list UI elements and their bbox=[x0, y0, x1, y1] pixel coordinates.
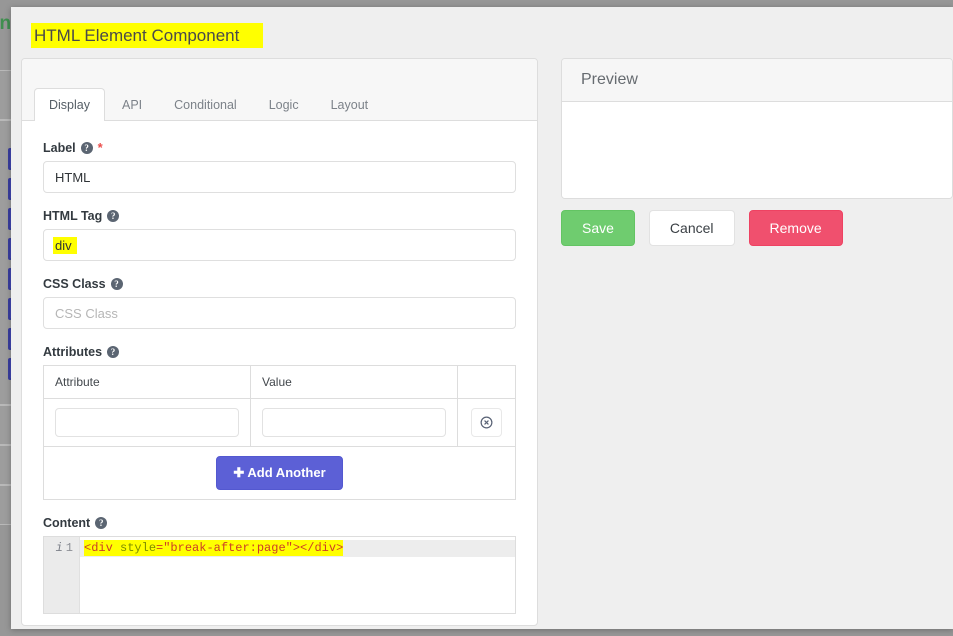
code-token-close: ></div> bbox=[292, 541, 344, 556]
content-code-editor[interactable]: i1 <div style="break-after:page"></div> bbox=[43, 536, 516, 615]
tab-conditional[interactable]: Conditional bbox=[159, 88, 252, 121]
field-attributes-group: Attributes ? Attribute Value ✚ Add Anoth… bbox=[43, 345, 516, 501]
cancel-button[interactable]: Cancel bbox=[648, 210, 735, 247]
preview-title: Preview bbox=[562, 59, 952, 103]
field-html-tag-group: HTML Tag ? div bbox=[43, 209, 516, 262]
tab-bar: Display API Conditional Logic Layout bbox=[22, 59, 537, 122]
required-asterisk: * bbox=[97, 140, 103, 156]
column-header-value: Value bbox=[250, 365, 458, 400]
code-highlight: <div style="break-after:page"></div> bbox=[84, 540, 344, 557]
content-field-label: Content ? bbox=[43, 516, 516, 530]
preview-body bbox=[562, 102, 952, 199]
tab-layout[interactable]: Layout bbox=[316, 88, 384, 121]
column-header-attribute: Attribute bbox=[43, 365, 251, 400]
attribute-value-input[interactable] bbox=[262, 408, 446, 438]
remove-button[interactable]: Remove bbox=[748, 210, 843, 247]
modal-header: HTML Element Component bbox=[11, 7, 953, 58]
preview-card: Preview bbox=[561, 58, 953, 200]
field-css-class-group: CSS Class ? bbox=[43, 277, 516, 330]
table-footer-row: ✚ Add Another bbox=[43, 446, 516, 501]
field-label-text: HTML Tag bbox=[43, 209, 103, 224]
preview-column: Preview Save Cancel Remove bbox=[538, 58, 953, 626]
css-class-field-label: CSS Class ? bbox=[43, 277, 516, 291]
html-tag-value: div bbox=[53, 236, 77, 254]
settings-card: Display API Conditional Logic Layout Lab… bbox=[21, 58, 538, 627]
question-circle-icon[interactable]: ? bbox=[107, 346, 120, 359]
code-content-area[interactable]: <div style="break-after:page"></div> bbox=[80, 537, 515, 613]
label-input[interactable] bbox=[43, 161, 516, 194]
label-field-label: Label ? * bbox=[43, 141, 516, 155]
cell-attribute bbox=[43, 398, 251, 448]
field-label-text: CSS Class bbox=[43, 277, 106, 292]
background-green-text: in bbox=[0, 13, 12, 34]
add-another-label: Add Another bbox=[247, 465, 326, 481]
attribute-name-input[interactable] bbox=[55, 408, 239, 438]
field-label-text: Content bbox=[43, 516, 91, 531]
plus-icon: ✚ bbox=[233, 465, 245, 481]
code-token-tag: <div bbox=[84, 541, 113, 556]
html-tag-input[interactable]: div bbox=[43, 229, 516, 262]
code-token-string: "break-after:page" bbox=[163, 541, 293, 556]
css-class-input[interactable] bbox=[43, 297, 516, 330]
attributes-table-head: Attribute Value bbox=[43, 365, 516, 400]
component-settings-modal: HTML Element Component Display API Condi… bbox=[11, 7, 953, 629]
remove-attribute-row-button[interactable] bbox=[471, 408, 502, 438]
column-header-actions bbox=[457, 365, 516, 400]
question-circle-icon[interactable]: ? bbox=[80, 142, 93, 155]
cell-value bbox=[250, 398, 458, 448]
attributes-table: Attribute Value ✚ Add Another bbox=[43, 365, 516, 501]
times-circle-icon bbox=[480, 416, 493, 429]
question-circle-icon[interactable]: ? bbox=[110, 278, 123, 291]
code-line-number: 1 bbox=[65, 541, 73, 556]
tab-api[interactable]: API bbox=[107, 88, 157, 121]
tab-display[interactable]: Display bbox=[34, 88, 105, 122]
modal-body: Display API Conditional Logic Layout Lab… bbox=[11, 58, 953, 627]
table-header-row: Attribute Value bbox=[43, 365, 516, 400]
code-gutter: i1 bbox=[44, 537, 80, 614]
attributes-table-body: ✚ Add Another bbox=[43, 398, 516, 501]
table-row bbox=[43, 398, 516, 448]
cell-add-another: ✚ Add Another bbox=[43, 446, 516, 501]
question-circle-icon[interactable]: ? bbox=[107, 210, 120, 223]
code-token-attr: style bbox=[120, 541, 157, 556]
field-content-group: Content ? i1 <div style="break-after:pag… bbox=[43, 516, 516, 615]
cell-actions bbox=[457, 398, 516, 448]
tab-panel-display: Label ? * HTML Tag ? div bbox=[22, 121, 537, 615]
save-button[interactable]: Save bbox=[561, 210, 635, 247]
field-label-text: Attributes bbox=[43, 345, 103, 360]
attributes-field-label: Attributes ? bbox=[43, 345, 516, 359]
field-label-group: Label ? * bbox=[43, 141, 516, 194]
page-title: HTML Element Component bbox=[31, 23, 264, 49]
field-label-text: Label bbox=[43, 141, 76, 156]
add-another-button[interactable]: ✚ Add Another bbox=[216, 456, 343, 491]
action-buttons: Save Cancel Remove bbox=[561, 210, 953, 247]
tab-logic[interactable]: Logic bbox=[254, 88, 314, 121]
question-circle-icon[interactable]: ? bbox=[95, 517, 108, 530]
html-tag-field-label: HTML Tag ? bbox=[43, 209, 516, 223]
info-italic-icon: i bbox=[55, 541, 63, 556]
code-line-1: <div style="break-after:page"></div> bbox=[80, 540, 515, 558]
